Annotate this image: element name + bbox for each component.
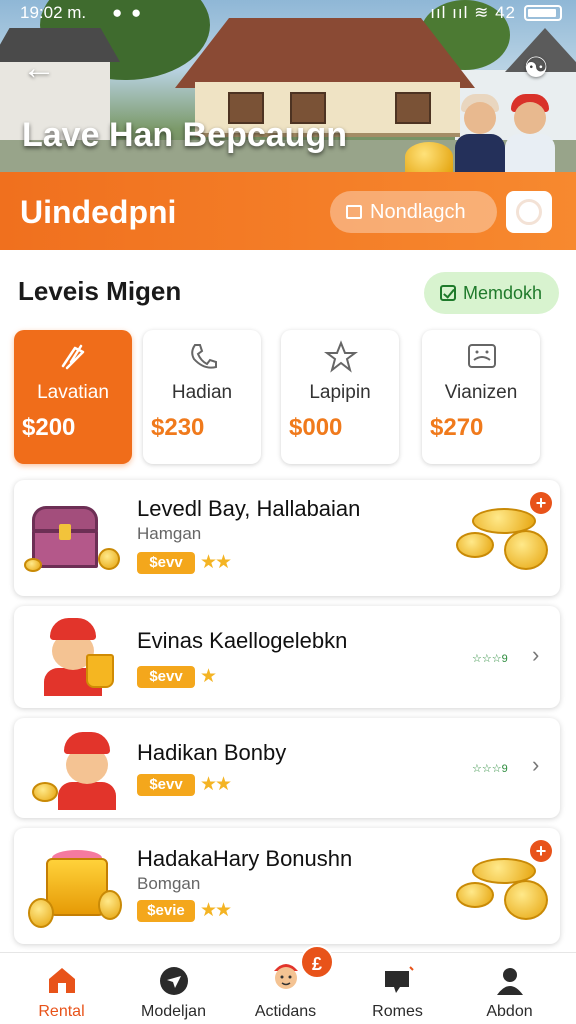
checkbox-icon bbox=[440, 285, 456, 301]
kid-photo bbox=[455, 92, 505, 172]
item-title: Evinas Kaellogelebkn bbox=[137, 628, 348, 653]
category-card-vianizen[interactable]: Vianizen $270 bbox=[422, 330, 540, 464]
battery-icon bbox=[524, 5, 562, 21]
nav-label: Rental bbox=[38, 1003, 85, 1020]
nav-item-rental[interactable]: Rental bbox=[4, 953, 119, 1024]
user-icon bbox=[493, 965, 527, 997]
nav-label: Actidans bbox=[254, 1003, 317, 1020]
nav-label: Abdon bbox=[486, 1003, 533, 1020]
nav-badge: £ bbox=[300, 945, 334, 979]
phone-icon bbox=[185, 340, 221, 376]
category-card-hadian[interactable]: Hadian $230 bbox=[143, 330, 261, 464]
coin-icon bbox=[405, 142, 453, 172]
kid-photo bbox=[505, 92, 555, 172]
price-tag: $evv bbox=[137, 666, 195, 688]
mascot-icon bbox=[269, 964, 303, 997]
section-badge-label: Memdokh bbox=[463, 282, 543, 303]
star-rating: ★★ bbox=[200, 774, 232, 795]
card-icon bbox=[346, 205, 362, 219]
category-card-lavatian[interactable]: Lavatian $200 bbox=[14, 330, 132, 464]
hero-title: Lave Han Bepcaugn bbox=[22, 116, 347, 154]
megaphone-icon bbox=[56, 340, 92, 376]
star-rating: ★★ bbox=[200, 552, 232, 573]
nav-item-abdon[interactable]: Abdon bbox=[452, 953, 567, 1024]
star-rating: ★★ bbox=[200, 900, 232, 921]
category-card-lapipin[interactable]: Lapipin $000 bbox=[281, 330, 399, 464]
coin-icon bbox=[28, 898, 54, 928]
coin-icon bbox=[98, 890, 122, 920]
header-pill-label: Nondlagch bbox=[370, 201, 466, 223]
treasure-chest-icon bbox=[32, 506, 98, 568]
list-item[interactable]: Levedl Bay, Hallabaian Hamgan $evv ★★ + bbox=[14, 480, 560, 596]
nav-item-modeljan[interactable]: Modeljan bbox=[116, 953, 231, 1024]
star-icon bbox=[323, 340, 359, 376]
section-title: Leveis Migen bbox=[18, 276, 182, 306]
item-subtitle: Bomgan bbox=[137, 874, 201, 893]
header-title: Uindedpni bbox=[20, 194, 177, 230]
toggle-button[interactable] bbox=[506, 191, 552, 233]
price-tag: $evv bbox=[137, 774, 195, 796]
category-price: $270 bbox=[430, 414, 484, 441]
image-icon bbox=[464, 340, 500, 376]
chat-icon bbox=[381, 965, 415, 997]
chevron-right-icon[interactable]: › bbox=[532, 752, 539, 778]
chevron-right-icon[interactable]: › bbox=[532, 642, 539, 668]
house-window bbox=[395, 92, 431, 124]
item-subtitle: Hamgan bbox=[137, 524, 202, 543]
item-title: Hadikan Bonby bbox=[137, 740, 287, 765]
mascot-icon bbox=[50, 732, 130, 810]
orange-header: Uindedpni Nondlagch bbox=[0, 172, 576, 250]
category-label: Hadian bbox=[171, 382, 233, 403]
house-left-roof bbox=[0, 28, 120, 62]
price-tag: $evie bbox=[137, 900, 195, 922]
category-row: Lavatian $200 Hadian $230 Lapipin $000 V… bbox=[14, 330, 548, 464]
signal-icons: ııl ııl ≋ 42 bbox=[430, 3, 516, 22]
nav-label: Romes bbox=[372, 1003, 423, 1020]
share-icon[interactable]: ☯ bbox=[518, 50, 554, 86]
arrow-left-icon[interactable]: ← bbox=[22, 50, 58, 86]
notification-icons: ● ● bbox=[112, 3, 144, 22]
status-time: 19:02 m. bbox=[20, 3, 87, 22]
item-title: Levedl Bay, Hallabaian bbox=[137, 496, 361, 521]
list-item[interactable]: Evinas Kaellogelebkn $evv ★ ☆☆☆9 › bbox=[14, 606, 560, 708]
home-icon bbox=[45, 965, 79, 997]
category-label: Vianizen bbox=[444, 382, 518, 403]
add-button[interactable]: + bbox=[530, 492, 552, 514]
status-bar: 19:02 m. ● ● ııl ııl ≋ 42 bbox=[0, 0, 576, 26]
mini-rating: ☆☆☆9 bbox=[472, 653, 508, 665]
category-price: $200 bbox=[22, 414, 76, 441]
star-rating: ★ bbox=[200, 666, 217, 687]
category-label: Lavatian bbox=[37, 382, 109, 403]
item-title: HadakaHary Bonushn bbox=[137, 846, 353, 871]
category-price: $230 bbox=[151, 414, 205, 441]
list-item[interactable]: HadakaHary Bonushn Bomgan $evie ★★ + bbox=[14, 828, 560, 944]
gold-coins-icon bbox=[456, 854, 552, 924]
add-button[interactable]: + bbox=[530, 840, 552, 862]
list-item[interactable]: Hadikan Bonby $evv ★★ ☆☆☆9 › bbox=[14, 718, 560, 818]
bottom-nav: Rental Modeljan £ Actidans Romes Abdon bbox=[0, 945, 576, 1024]
category-price: $000 bbox=[289, 414, 343, 441]
mascot-icon bbox=[36, 618, 116, 696]
category-label: Lapipin bbox=[309, 382, 371, 403]
nav-item-romes[interactable]: Romes bbox=[340, 953, 455, 1024]
compass-icon bbox=[157, 965, 191, 997]
header-pill-button[interactable]: Nondlagch bbox=[330, 191, 497, 233]
nav-label: Modeljan bbox=[141, 1003, 206, 1020]
price-tag: $evv bbox=[137, 552, 195, 574]
hero-banner: 19:02 m. ● ● ııl ııl ≋ 42 ← ☯ Lave Han B… bbox=[0, 0, 576, 172]
mini-rating: ☆☆☆9 bbox=[472, 763, 508, 775]
coin-icon bbox=[24, 558, 42, 572]
coin-icon bbox=[98, 548, 120, 570]
gold-coins-icon bbox=[456, 504, 552, 574]
nav-item-actidans[interactable]: £ Actidans bbox=[228, 945, 343, 1024]
section-badge-button[interactable]: Memdokh bbox=[424, 272, 559, 314]
